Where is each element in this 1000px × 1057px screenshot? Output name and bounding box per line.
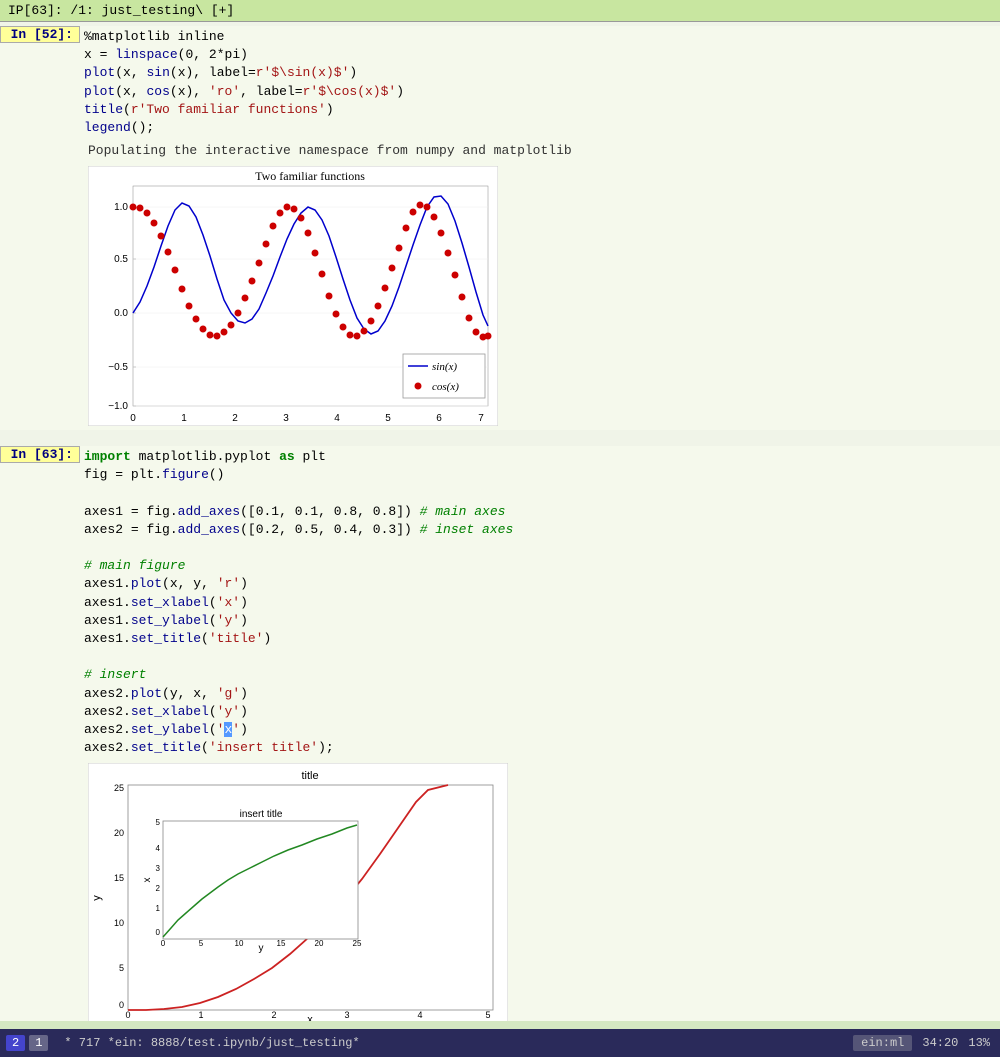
- svg-text:15: 15: [114, 873, 124, 883]
- plot2-svg: title y x 25 20 15 10 5 0 0 1 2 3 4 5: [88, 763, 508, 1021]
- svg-text:0: 0: [156, 928, 161, 937]
- status-left: 2 1: [0, 1035, 54, 1051]
- status-middle: * 717 *ein: 8888/test.ipynb/just_testing…: [54, 1036, 843, 1050]
- svg-text:3: 3: [283, 413, 289, 424]
- svg-text:15: 15: [277, 939, 286, 948]
- svg-text:3: 3: [156, 864, 161, 873]
- svg-text:Two familiar functions: Two familiar functions: [255, 169, 365, 183]
- cell-63-code[interactable]: import matplotlib.pyplot as plt fig = pl…: [80, 446, 1000, 759]
- svg-text:5: 5: [385, 413, 391, 424]
- svg-text:1: 1: [181, 413, 187, 424]
- notebook[interactable]: In [52]: %matplotlib inline x = linspace…: [0, 22, 1000, 1021]
- svg-text:1.0: 1.0: [114, 202, 128, 213]
- cell-52-prompt: In [52]:: [0, 26, 80, 43]
- cell-63: In [63]: import matplotlib.pyplot as plt…: [0, 442, 1000, 1021]
- svg-text:x: x: [142, 878, 153, 883]
- svg-text:5: 5: [485, 1010, 490, 1020]
- cell-52-code[interactable]: %matplotlib inline x = linspace(0, 2*pi)…: [80, 26, 1000, 139]
- svg-text:1: 1: [156, 904, 161, 913]
- svg-text:0: 0: [119, 1000, 124, 1010]
- status-mode: ein:ml: [853, 1035, 912, 1051]
- svg-text:1: 1: [198, 1010, 203, 1020]
- status-right: ein:ml 34:20 13%: [843, 1035, 1000, 1051]
- title-bar: IP[63]: /1: just_testing\ [+]: [0, 0, 1000, 22]
- status-filename: *ein: 8888/test.ipynb/just_testing*: [108, 1036, 360, 1050]
- svg-text:y: y: [91, 895, 103, 901]
- svg-text:5: 5: [119, 963, 124, 973]
- svg-text:0.0: 0.0: [114, 308, 128, 319]
- svg-text:insert title: insert title: [240, 809, 283, 820]
- status-indicator: * 717: [64, 1036, 107, 1050]
- status-position: 34:20: [922, 1036, 958, 1050]
- svg-text:y: y: [259, 943, 264, 954]
- plot1-svg: Two familiar functions 1.0 0.5 0.0 −0.5 …: [88, 166, 498, 426]
- status-percent: 13%: [968, 1036, 990, 1050]
- plot2-container: title y x 25 20 15 10 5 0 0 1 2 3 4 5: [0, 759, 1000, 1021]
- title-text: IP[63]: /1: just_testing\ [+]: [8, 3, 234, 18]
- cell-52-output-text: Populating the interactive namespace fro…: [88, 143, 572, 158]
- plot1-container: Two familiar functions 1.0 0.5 0.0 −0.5 …: [0, 162, 1000, 430]
- status-num1: 2: [6, 1035, 25, 1051]
- svg-text:20: 20: [315, 939, 324, 948]
- svg-text:6: 6: [436, 413, 442, 424]
- svg-text:10: 10: [235, 939, 244, 948]
- status-bar: 2 1 * 717 *ein: 8888/test.ipynb/just_tes…: [0, 1029, 1000, 1057]
- svg-text:0: 0: [161, 939, 166, 948]
- cell-63-input: In [63]: import matplotlib.pyplot as plt…: [0, 446, 1000, 759]
- cell-52-output: Populating the interactive namespace fro…: [0, 139, 1000, 162]
- svg-text:cos(x): cos(x): [432, 381, 459, 393]
- cell-63-prompt: In [63]:: [0, 446, 80, 463]
- cell-52-input: In [52]: %matplotlib inline x = linspace…: [0, 26, 1000, 139]
- svg-text:2: 2: [271, 1010, 276, 1020]
- svg-text:10: 10: [114, 918, 124, 928]
- svg-text:20: 20: [114, 828, 124, 838]
- status-num2: 1: [29, 1035, 48, 1051]
- svg-text:4: 4: [417, 1010, 422, 1020]
- svg-text:0: 0: [130, 413, 136, 424]
- svg-text:−0.5: −0.5: [108, 362, 128, 373]
- cell-52: In [52]: %matplotlib inline x = linspace…: [0, 22, 1000, 434]
- svg-text:25: 25: [353, 939, 362, 948]
- svg-text:title: title: [301, 770, 318, 782]
- svg-text:2: 2: [156, 884, 161, 893]
- svg-text:25: 25: [114, 783, 124, 793]
- svg-text:x: x: [307, 1014, 313, 1021]
- svg-text:sin(x): sin(x): [432, 361, 457, 373]
- svg-text:0: 0: [125, 1010, 130, 1020]
- svg-text:4: 4: [334, 413, 340, 424]
- svg-text:0.5: 0.5: [114, 254, 128, 265]
- svg-text:5: 5: [199, 939, 204, 948]
- svg-text:7: 7: [478, 413, 484, 424]
- svg-text:−1.0: −1.0: [108, 401, 128, 412]
- svg-text:4: 4: [156, 844, 161, 853]
- svg-text:2: 2: [232, 413, 238, 424]
- svg-text:3: 3: [344, 1010, 349, 1020]
- svg-text:5: 5: [156, 818, 161, 827]
